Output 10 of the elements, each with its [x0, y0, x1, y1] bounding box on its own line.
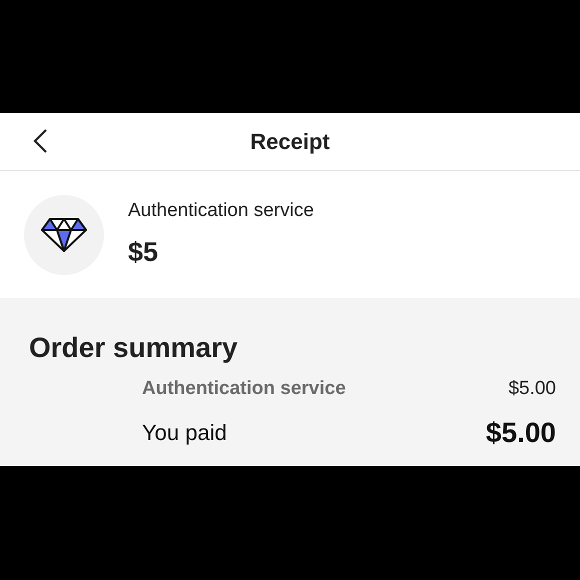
back-icon[interactable]: [32, 128, 48, 154]
item-name: Authentication service: [128, 199, 314, 223]
total-label: You paid: [142, 419, 227, 447]
page-title: Receipt: [250, 129, 330, 154]
line-item-label: Authentication service: [142, 377, 346, 401]
section-heading: Order summary: [29, 331, 239, 365]
item-price: $5: [128, 236, 160, 268]
total-amount: $5.00: [486, 416, 556, 450]
diamond-icon: [40, 216, 88, 252]
line-item-amount: $5.00: [508, 377, 556, 401]
